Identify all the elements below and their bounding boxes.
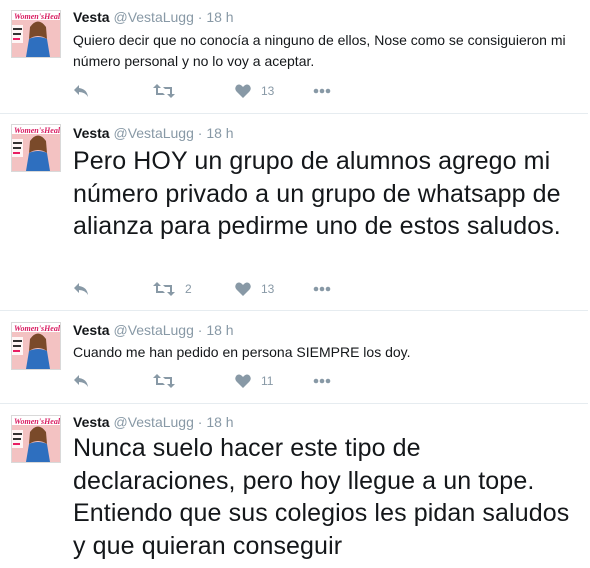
author-name[interactable]: Vesta (73, 322, 110, 338)
more-icon (313, 378, 331, 384)
like-button[interactable]: 13 (235, 282, 274, 296)
more-button[interactable] (313, 286, 331, 292)
tweet-text: Nunca suelo hacer este tipo de declaraci… (73, 434, 570, 560)
author-name[interactable]: Vesta (73, 414, 110, 430)
retweet-count: 2 (185, 282, 192, 296)
avatar[interactable]: Women'sHealth (11, 10, 61, 58)
avatar-brand-text: Women'sHealth (14, 324, 60, 333)
retweet-icon (153, 374, 175, 388)
reply-button[interactable] (73, 282, 89, 296)
avatar[interactable]: Women'sHealth (11, 124, 61, 172)
tweet-actions: 2 13 (73, 282, 373, 300)
avatar-brand-text: Women'sHealth (14, 12, 60, 21)
tweet-header: Vesta @VestaLugg · 18 h (73, 414, 234, 430)
retweet-button[interactable]: 2 (153, 282, 192, 296)
separator-dot: · (197, 414, 203, 430)
heart-icon (235, 84, 251, 98)
like-button[interactable]: 13 (235, 84, 274, 98)
tweet[interactable]: Women'sHealth Vesta @VestaLugg · 18 h Cu… (0, 311, 588, 404)
avatar[interactable]: Women'sHealth (11, 322, 61, 370)
like-count: 13 (261, 84, 275, 98)
more-button[interactable] (313, 378, 331, 384)
more-button[interactable] (313, 88, 331, 94)
author-handle[interactable]: @VestaLugg (113, 322, 193, 338)
like-count: 13 (261, 282, 275, 296)
author-handle[interactable]: @VestaLugg (113, 414, 193, 430)
more-icon (313, 286, 331, 292)
like-button[interactable]: 11 (235, 374, 273, 388)
author-handle[interactable]: @VestaLugg (113, 125, 193, 141)
author-name[interactable]: Vesta (73, 125, 110, 141)
author-handle[interactable]: @VestaLugg (113, 9, 193, 25)
tweet[interactable]: Women'sHealth Vesta @VestaLugg · 18 h Pe… (0, 114, 588, 311)
separator-dot: · (197, 9, 203, 25)
heart-icon (235, 374, 251, 388)
heart-icon (235, 282, 251, 296)
reply-icon (74, 85, 88, 97)
more-icon (313, 88, 331, 94)
tweet-time[interactable]: 18 h (206, 9, 233, 25)
retweet-icon (153, 282, 175, 296)
tweet-header: Vesta @VestaLugg · 18 h (73, 9, 234, 25)
tweet[interactable]: Women'sHealth Vesta @VestaLugg · 18 h Nu… (0, 404, 588, 568)
tweet-text: Quiero decir que no conocía a ninguno de… (73, 32, 566, 69)
separator-dot: · (197, 322, 203, 338)
tweet[interactable]: Women'sHealth Vesta @VestaLugg · 18 h Qu… (0, 0, 588, 114)
like-count: 11 (261, 374, 274, 388)
retweet-button[interactable] (153, 374, 185, 388)
reply-icon (74, 283, 88, 295)
reply-icon (74, 375, 88, 387)
tweet-time[interactable]: 18 h (206, 322, 233, 338)
tweet-time[interactable]: 18 h (206, 125, 233, 141)
separator-dot: · (197, 125, 203, 141)
retweet-button[interactable] (153, 84, 185, 98)
avatar-brand-text: Women'sHealth (14, 417, 60, 426)
tweet-header: Vesta @VestaLugg · 18 h (73, 125, 234, 141)
tweet-header: Vesta @VestaLugg · 18 h (73, 322, 234, 338)
tweet-feed: Women'sHealth Vesta @VestaLugg · 18 h Qu… (0, 0, 590, 568)
avatar[interactable]: Women'sHealth (11, 415, 61, 463)
retweet-icon (153, 84, 175, 98)
tweet-text: Pero HOY un grupo de alumnos agrego mi n… (73, 147, 561, 240)
avatar-brand-text: Women'sHealth (14, 126, 60, 135)
reply-button[interactable] (73, 374, 89, 388)
reply-button[interactable] (73, 84, 89, 98)
tweet-time[interactable]: 18 h (206, 414, 233, 430)
author-name[interactable]: Vesta (73, 9, 110, 25)
tweet-actions: 13 (73, 84, 373, 102)
tweet-text: Cuando me han pedido en persona SIEMPRE … (73, 344, 411, 360)
tweet-actions: 11 (73, 374, 373, 392)
